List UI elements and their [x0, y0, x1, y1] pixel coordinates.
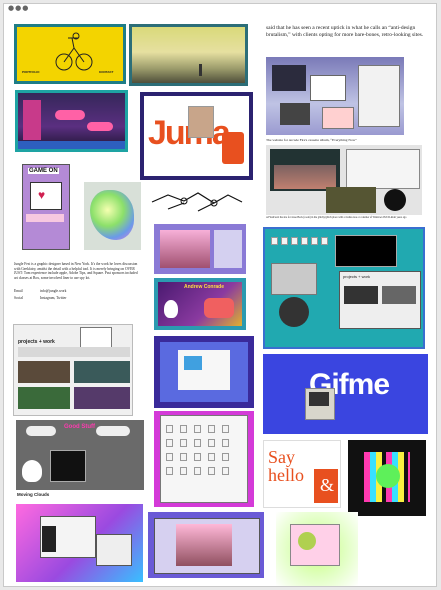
tile-portfolio-yellow[interactable]: PORTFOLIO KONTAKT	[14, 24, 126, 84]
tile-pixel-art[interactable]	[15, 90, 128, 152]
hello-text: hello	[268, 465, 304, 485]
tile-purple-webpage[interactable]	[154, 336, 254, 408]
ambient-title: Andrew Conrade	[184, 284, 225, 290]
tile-win95-desktop[interactable]: projects + work	[263, 227, 425, 349]
bio-social[interactable]: Instagram, Twitter	[40, 296, 66, 300]
portrait-photo	[188, 106, 214, 138]
projects-title: projects + work	[18, 339, 55, 345]
article-paragraph-top: said that he has seen a recent uptick in…	[266, 25, 424, 39]
bio-social-label: Social	[14, 296, 23, 300]
tile-green-glow[interactable]	[276, 512, 358, 586]
tile-purple-photo[interactable]	[154, 224, 246, 274]
tile-gifme[interactable]: Gifme	[263, 354, 428, 434]
tile-pink-explorer[interactable]	[154, 411, 254, 507]
tile-arcade-fire-site[interactable]	[266, 57, 404, 135]
ampersand-text: &	[320, 475, 335, 495]
hands-drawing-icon	[151, 192, 243, 212]
tile-jesse-site[interactable]	[266, 145, 422, 215]
browser-window: ●●● PORTFOLIO KONTAKT Juma said that he …	[3, 3, 437, 587]
tile-game-on[interactable]: GAME ON ♥	[18, 164, 72, 250]
bicycle-sketch-icon	[55, 32, 93, 71]
heart-icon: ♥	[38, 188, 46, 202]
tile-foggy-landscape[interactable]	[129, 24, 248, 86]
tile-line-drawing	[148, 187, 246, 217]
tile-juma[interactable]: Juma	[140, 92, 253, 180]
portfolio-left-label[interactable]: PORTFOLIO	[22, 70, 40, 74]
terminal-window[interactable]	[335, 235, 397, 267]
tile-projects-work[interactable]: projects + work	[13, 324, 133, 416]
portfolio-right-label[interactable]: KONTAKT	[99, 70, 113, 74]
bio-email[interactable]: info@jungle.work	[40, 289, 66, 293]
game-on-label: GAME ON	[28, 168, 59, 174]
bio-text: Jungle Fest is a graphic designer based …	[14, 262, 138, 280]
tile-glitch-smiley[interactable]	[348, 440, 426, 516]
tile-photo-window[interactable]	[148, 512, 264, 578]
tile-ambient-site[interactable]: Andrew Conrade	[154, 278, 246, 330]
tile-gradient-desktop[interactable]	[16, 504, 143, 582]
tile-green-abstract[interactable]	[84, 182, 141, 250]
caption-jesse: A Flash/web the site for Jesse Beck (roo…	[266, 216, 407, 219]
tile-moving-clouds[interactable]: Good Stuff	[16, 420, 144, 490]
window-controls[interactable]: ●●●	[8, 4, 29, 12]
tile-say-hello[interactable]: Say hello &	[263, 440, 341, 508]
caption-arcade-fire: The website for Arcade Fire's cassette a…	[266, 138, 357, 142]
bio-email-label: Email	[14, 289, 23, 293]
moving-clouds-label: Moving Clouds	[17, 492, 50, 497]
sticker-text: Good Stuff	[64, 424, 95, 430]
win-title-text: projects + work	[343, 274, 371, 279]
